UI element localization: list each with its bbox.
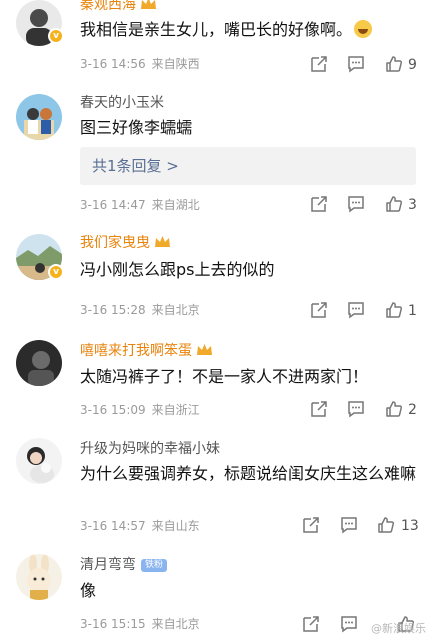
comment-actions: 3 — [0, 195, 432, 215]
comment-icon[interactable] — [347, 55, 367, 75]
crown-icon — [155, 236, 170, 247]
comment-actions: 2 — [0, 400, 432, 420]
share-icon[interactable] — [302, 516, 322, 536]
commenter-name[interactable]: 清月弯弯 铁粉 — [80, 556, 168, 574]
commenter-name[interactable]: 春天的小玉米 — [80, 94, 164, 112]
share-icon[interactable] — [310, 301, 330, 321]
comment-actions: 9 — [0, 55, 432, 75]
like-icon[interactable] — [385, 195, 405, 215]
reply-summary-button[interactable]: 共1条回复 > — [80, 147, 416, 185]
avatar[interactable] — [16, 438, 62, 484]
like-count: 3 — [408, 197, 417, 213]
commenter-name[interactable]: 嘻嘻来打我啊笨蛋 — [80, 342, 213, 360]
like-icon[interactable] — [385, 400, 405, 420]
crown-icon — [141, 0, 156, 9]
comment-text: 太随冯裤子了！不是一家人不进两家门！ — [80, 367, 369, 386]
comment-actions: 1 — [0, 301, 432, 321]
verified-badge-icon: v — [48, 264, 64, 280]
fan-badge: 铁粉 — [141, 559, 168, 572]
comment-icon[interactable] — [347, 195, 367, 215]
comment-text: 冯小刚怎么跟ps上去的似的 — [80, 260, 275, 279]
laughing-crying-emoji-icon — [354, 20, 373, 38]
comment-text: 我相信是亲生女儿，嘴巴长的好像啊。 — [80, 16, 416, 44]
like-count: 2 — [408, 402, 417, 418]
comment-actions — [0, 615, 432, 635]
comment-text: 为什么要强调养女，标题说给闺女庆生这么难嘛 — [80, 464, 417, 483]
like-icon[interactable] — [385, 55, 405, 75]
verified-badge-icon: v — [48, 28, 64, 44]
like-count: 9 — [408, 57, 417, 73]
comment-icon[interactable] — [340, 615, 360, 635]
commenter-name[interactable]: 我们家曳曳 — [80, 234, 171, 252]
watermark: @新浪娱乐 — [371, 622, 426, 635]
like-count: 13 — [401, 518, 419, 534]
like-icon[interactable] — [377, 516, 397, 536]
avatar[interactable] — [16, 554, 62, 600]
comment-text: 图三好像李蠕蠕 — [80, 118, 193, 137]
share-icon[interactable] — [310, 195, 330, 215]
commenter-name[interactable]: 升级为妈咪的幸福小妹 — [80, 440, 220, 458]
avatar[interactable] — [16, 94, 62, 140]
avatar[interactable] — [16, 340, 62, 386]
share-icon[interactable] — [310, 55, 330, 75]
comment-icon[interactable] — [340, 516, 360, 536]
commenter-name[interactable]: 秦观西海 — [80, 0, 157, 14]
like-icon[interactable] — [385, 301, 405, 321]
share-icon[interactable] — [310, 400, 330, 420]
crown-icon — [197, 344, 212, 355]
like-count: 1 — [408, 303, 417, 319]
comment-icon[interactable] — [347, 400, 367, 420]
comment-actions: 13 — [0, 516, 432, 536]
share-icon[interactable] — [302, 615, 322, 635]
comment-icon[interactable] — [347, 301, 367, 321]
comment-text: 像 — [80, 581, 97, 600]
